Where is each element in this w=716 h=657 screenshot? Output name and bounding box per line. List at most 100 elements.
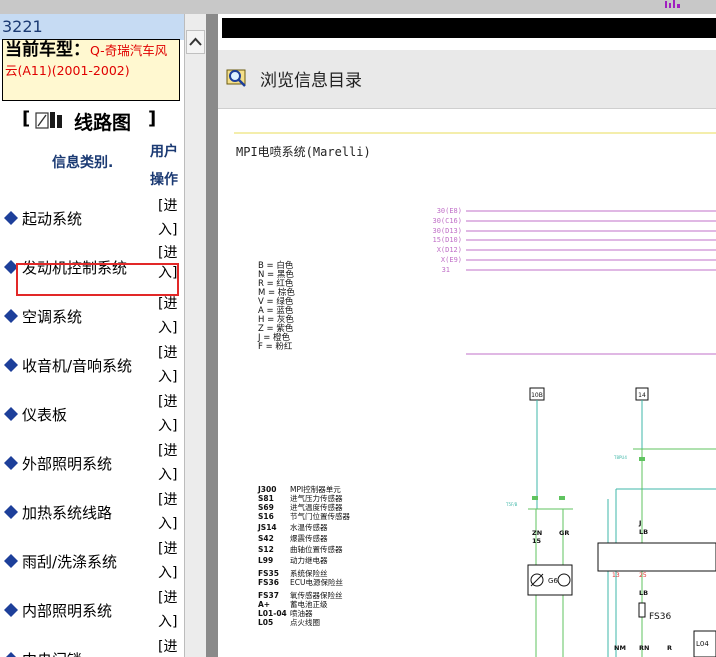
- title-bar: [222, 18, 716, 38]
- current-model-label: 当前车型：: [5, 40, 90, 60]
- diamond-bullet-icon: [4, 603, 18, 617]
- connector-label: 10B: [531, 392, 543, 399]
- component-code: FS36: [258, 578, 279, 587]
- pin-number: 25: [639, 572, 647, 579]
- enter-link[interactable]: [进入]: [158, 439, 184, 487]
- wiring-diagram-icon: [35, 112, 62, 129]
- enter-link[interactable]: [进入]: [158, 586, 184, 634]
- component-desc: 进气压力传感器: [290, 493, 343, 503]
- list-item-label[interactable]: 加热系统线路: [22, 502, 112, 523]
- list-item-label[interactable]: 收音机/音响系统: [22, 355, 132, 376]
- diamond-bullet-icon: [4, 505, 18, 519]
- pin-label: GR: [559, 529, 569, 537]
- component-code: J300: [257, 485, 276, 494]
- enter-link[interactable]: [进入]: [158, 390, 184, 438]
- component-code: S81: [258, 494, 274, 503]
- magnifier-icon[interactable]: [226, 66, 248, 88]
- section-title: 线路图: [74, 112, 132, 134]
- diamond-bullet-icon: [4, 211, 18, 225]
- component-code: S42: [258, 534, 274, 543]
- browse-catalog-label[interactable]: 浏览信息目录: [260, 66, 362, 91]
- component-code: FS37: [258, 591, 279, 600]
- list-item-label[interactable]: 内部照明系统: [22, 600, 112, 621]
- section-heading: [ 线路图 ]: [0, 106, 184, 136]
- list-item-heating-circuit[interactable]: 加热系统线路 [进入]: [0, 488, 184, 537]
- pin-label: 15: [532, 537, 542, 545]
- list-item-central-locking[interactable]: 中央门锁 [进: [0, 635, 184, 657]
- panel-header-id: 3221: [2, 17, 43, 36]
- list-item-exterior-lighting[interactable]: 外部照明系统 [进入]: [0, 439, 184, 488]
- component-desc: 水温传感器: [290, 522, 328, 532]
- col-header-category: 信息类别.: [52, 155, 114, 171]
- component-code: A+: [258, 600, 270, 609]
- component-desc: MPI控制器单元: [290, 484, 341, 494]
- col-header-user-ops: 用户操作: [150, 144, 178, 188]
- list-item-instrument-panel[interactable]: 仪表板 [进入]: [0, 390, 184, 439]
- browse-toolbar: 浏览信息目录: [218, 50, 716, 109]
- pin-label: NM: [614, 644, 626, 652]
- bus-label: 15(D10): [432, 236, 462, 244]
- pin-label: RN: [639, 644, 649, 652]
- color-legend-item: F = 粉红: [258, 341, 293, 352]
- panel-header: 3221: [0, 14, 184, 40]
- wiring-diagram: 30(E8) 30(C16) 30(D13) 15(D10) X(D12) X(…: [218, 109, 716, 657]
- list-item-label[interactable]: 雨刮/洗涤系统: [22, 551, 117, 572]
- diamond-bullet-icon: [6, 652, 16, 657]
- vertical-scrollbar[interactable]: [184, 14, 207, 657]
- pin-number: 13: [612, 572, 620, 579]
- list-item-radio-audio[interactable]: 收音机/音响系统 [进入]: [0, 341, 184, 390]
- list-item-wiper-washer[interactable]: 雨刮/洗涤系统 [进入]: [0, 537, 184, 586]
- scroll-up-button[interactable]: [186, 30, 205, 54]
- enter-link[interactable]: [进入]: [158, 537, 184, 585]
- list-item-interior-lighting[interactable]: 内部照明系统 [进入]: [0, 586, 184, 635]
- bus-label: X(D12): [437, 246, 462, 254]
- enter-link[interactable]: [进入]: [158, 292, 184, 340]
- component-code: FS35: [258, 569, 279, 578]
- enter-link[interactable]: [进入]: [158, 341, 184, 389]
- component-desc: 点火线圈: [290, 617, 320, 627]
- diamond-bullet-icon: [4, 309, 18, 323]
- pin-label: LB: [639, 528, 648, 536]
- bus-label: 30(E8): [437, 207, 462, 215]
- top-strip: [0, 0, 716, 14]
- sensor-label: G6: [548, 577, 558, 585]
- component-desc: 动力继电器: [290, 555, 328, 565]
- component-desc: 曲轴位置传感器: [290, 544, 343, 554]
- diamond-bullet-icon: [4, 358, 18, 372]
- bus-label: 30(D13): [432, 227, 462, 235]
- list-item-starting-system[interactable]: 起动系统 [进入]: [0, 194, 184, 243]
- component-desc: 节气门位置传感器: [290, 511, 350, 521]
- list-item-air-conditioning[interactable]: 空调系统 [进入]: [0, 292, 184, 341]
- panel-splitter[interactable]: [206, 14, 218, 657]
- fuse-symbol-icon: [638, 602, 646, 618]
- list-item-label[interactable]: 中央门锁: [22, 649, 82, 657]
- enter-link[interactable]: [进: [158, 635, 184, 657]
- component-code: S69: [258, 503, 274, 512]
- selection-highlight: [16, 263, 179, 296]
- diagram-title: MPI电喷系统(Marelli): [236, 145, 371, 159]
- bus-label: 31: [442, 266, 450, 274]
- list-item-label[interactable]: 空调系统: [22, 306, 82, 327]
- ecu-box: [597, 542, 716, 572]
- sensor-symbol-icon: [557, 573, 571, 587]
- list-item-label[interactable]: 外部照明系统: [22, 453, 112, 474]
- content-panel: 浏览信息目录 30(E8) 30(C16) 30(D13) 15(D10) X(…: [218, 14, 716, 657]
- component-code: L01-04: [258, 609, 287, 618]
- section-bracket-open: [: [22, 108, 31, 129]
- diamond-bullet-icon: [4, 407, 18, 421]
- component-desc: 喷油器: [290, 608, 313, 618]
- enter-link[interactable]: [进入]: [158, 194, 184, 242]
- component-desc: 蓄电池正级: [290, 599, 328, 609]
- pin-label: R: [667, 644, 672, 652]
- list-item-label[interactable]: 起动系统: [22, 208, 82, 229]
- pin-label: ZN: [532, 529, 542, 537]
- list-item-label[interactable]: 仪表板: [22, 404, 67, 425]
- wire-tag: T8PU4: [613, 455, 627, 460]
- bus-label: X(E9): [441, 256, 462, 264]
- chevron-up-icon: [189, 37, 202, 46]
- pin-label: J: [638, 519, 641, 527]
- wiring-diagram-canvas: 30(E8) 30(C16) 30(D13) 15(D10) X(D12) X(…: [234, 132, 716, 657]
- enter-link[interactable]: [进入]: [158, 488, 184, 536]
- fuse-label: FS36: [649, 612, 671, 622]
- connector-label: 14: [638, 392, 646, 399]
